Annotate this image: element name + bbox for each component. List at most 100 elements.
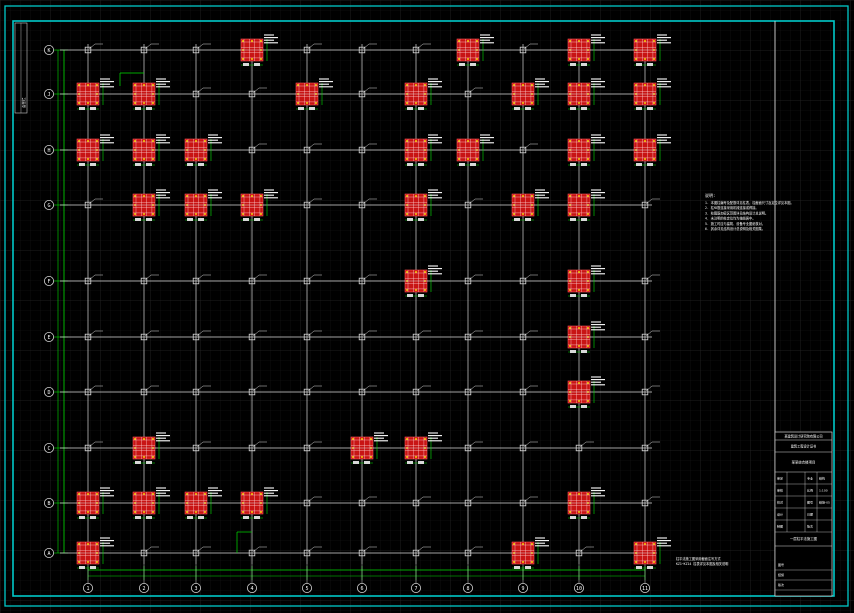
rebar-dot xyxy=(204,140,206,142)
column-dim-label xyxy=(79,566,85,569)
rebar-dot xyxy=(242,40,244,42)
rebar-dot xyxy=(467,40,469,42)
rebar-dot xyxy=(152,511,154,513)
column-dim-label xyxy=(418,294,424,297)
titleblock-drawing-title: 一层柱平法施工图 xyxy=(790,536,818,541)
rebar-dot xyxy=(204,158,206,160)
rebar-dot xyxy=(87,158,89,160)
rebar-dot xyxy=(186,140,188,142)
column-dim-label xyxy=(570,107,576,110)
rebar-dot xyxy=(522,102,524,104)
rebar-dot xyxy=(406,289,408,291)
rebar-dot xyxy=(78,493,80,495)
rebar-dot xyxy=(531,195,533,197)
column-dim-label xyxy=(187,516,193,519)
rebar-dot xyxy=(370,456,372,458)
column-dim-label xyxy=(570,350,576,353)
rebar-dot xyxy=(569,511,571,513)
rebar-dot xyxy=(578,400,580,402)
rebar-dot xyxy=(96,84,98,86)
rebar-dot xyxy=(143,213,145,215)
axis-label-y: K xyxy=(47,48,50,54)
rebar-dot xyxy=(406,102,408,104)
rebar-dot xyxy=(476,58,478,60)
rebar-dot xyxy=(578,195,580,197)
rebar-dot xyxy=(653,102,655,104)
rebar-dot xyxy=(644,158,646,160)
rebar-dot xyxy=(467,58,469,60)
rebar-dot xyxy=(87,140,89,142)
rebar-dot xyxy=(424,289,426,291)
column-dim-label xyxy=(636,107,642,110)
rebar-dot xyxy=(424,213,426,215)
column-dim-label xyxy=(418,163,424,166)
rebar-dot xyxy=(635,40,637,42)
titleblock-box xyxy=(774,431,833,597)
rebar-dot xyxy=(424,456,426,458)
rebar-dot xyxy=(415,456,417,458)
rebar-dot xyxy=(644,84,646,86)
column-dim-label xyxy=(514,566,520,569)
rebar-dot xyxy=(204,511,206,513)
rebar-dot xyxy=(260,195,262,197)
rebar-dot xyxy=(578,327,580,329)
rebar-dot xyxy=(569,195,571,197)
rebar-dot xyxy=(96,102,98,104)
rebar-dot xyxy=(458,58,460,60)
column-dim-label xyxy=(146,107,152,110)
column-dim-label xyxy=(298,107,304,110)
rebar-dot xyxy=(587,158,589,160)
rebar-dot xyxy=(587,40,589,42)
rebar-dot xyxy=(569,327,571,329)
titleblock-row-key2: 图号 xyxy=(807,500,813,505)
rebar-dot xyxy=(260,40,262,42)
rebar-dot xyxy=(186,213,188,215)
rebar-dot xyxy=(406,438,408,440)
rebar-dot xyxy=(78,140,80,142)
rebar-dot xyxy=(195,213,197,215)
rebar-dot xyxy=(578,40,580,42)
column-dim-label xyxy=(198,218,204,221)
rebar-dot xyxy=(96,158,98,160)
rebar-dot xyxy=(635,543,637,545)
rebar-dot xyxy=(134,213,136,215)
rebar-dot xyxy=(569,271,571,273)
column-dim-label xyxy=(570,63,576,66)
rebar-dot xyxy=(644,543,646,545)
rebar-dot xyxy=(522,84,524,86)
column-dim-label xyxy=(407,107,413,110)
rebar-dot xyxy=(578,84,580,86)
rebar-dot xyxy=(531,84,533,86)
rebar-dot xyxy=(476,140,478,142)
column-dim-label xyxy=(135,516,141,519)
rebar-dot xyxy=(143,195,145,197)
rebar-dot xyxy=(152,213,154,215)
axis-label-x: 10 xyxy=(576,586,582,592)
column-dim-label xyxy=(198,516,204,519)
rebar-dot xyxy=(569,289,571,291)
rebar-dot xyxy=(513,213,515,215)
rebar-dot xyxy=(587,400,589,402)
rebar-dot xyxy=(152,140,154,142)
rebar-dot xyxy=(569,40,571,42)
margin-strip-label: 会签栏 xyxy=(21,97,26,108)
rebar-dot xyxy=(569,140,571,142)
column-dim-label xyxy=(570,516,576,519)
column-dim-label xyxy=(135,163,141,166)
rebar-dot xyxy=(587,195,589,197)
column-dim-label xyxy=(418,107,424,110)
rebar-dot xyxy=(587,84,589,86)
titleblock-cert: 建筑工程设计证书 xyxy=(791,444,817,449)
rebar-dot xyxy=(152,438,154,440)
rebar-dot xyxy=(251,58,253,60)
rebar-dot xyxy=(513,543,515,545)
titleblock-row-key2: 专业 xyxy=(807,476,813,481)
column-dim-label xyxy=(243,516,249,519)
rebar-dot xyxy=(587,345,589,347)
column-dim-label xyxy=(407,163,413,166)
rebar-dot xyxy=(152,102,154,104)
axis-label-y: G xyxy=(47,203,50,209)
column-dim-label xyxy=(581,516,587,519)
rebar-dot xyxy=(195,158,197,160)
titleblock-company: 某建筑设计研究院有限公司 xyxy=(784,434,822,439)
